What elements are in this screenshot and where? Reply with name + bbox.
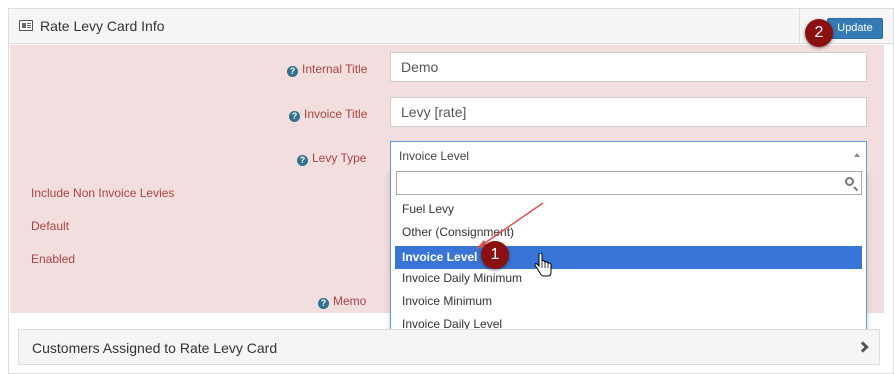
panel-header: Rate Levy Card Info Update (9, 9, 893, 44)
internal-title-input[interactable]: Demo (390, 52, 867, 82)
memo-label-text: Memo (333, 294, 367, 308)
update-button[interactable]: Update (827, 18, 883, 39)
invoice-title-label-text: Invoice Title (304, 107, 368, 121)
dropdown-search-input[interactable] (396, 171, 862, 195)
customers-assigned-panel[interactable]: Customers Assigned to Rate Levy Card (18, 329, 880, 365)
option-invoice-level[interactable]: Invoice Level (395, 246, 862, 269)
levy-type-label: ? Levy Type (297, 151, 366, 166)
invoice-title-input[interactable]: Levy [rate] (390, 97, 867, 127)
id-card-icon (19, 20, 33, 31)
question-circle-icon[interactable]: ? (318, 298, 329, 309)
memo-label: ? Memo (318, 294, 366, 309)
chevron-right-icon[interactable] (857, 341, 869, 353)
question-circle-icon[interactable]: ? (297, 155, 308, 166)
default-label: Default (31, 219, 70, 233)
search-icon (845, 177, 854, 186)
levy-type-label-text: Levy Type (312, 151, 367, 165)
step-badge-1: 1 (481, 241, 509, 269)
option-invoice-minimum[interactable]: Invoice Minimum (395, 290, 862, 313)
customers-panel-title: Customers Assigned to Rate Levy Card (32, 340, 278, 356)
caret-up-icon (854, 153, 860, 157)
panel-title: Rate Levy Card Info (40, 18, 165, 34)
invoice-title-label: ? Invoice Title (289, 107, 367, 122)
option-invoice-daily-minimum[interactable]: Invoice Daily Minimum (395, 267, 862, 290)
enabled-label: Enabled (31, 252, 76, 266)
levy-type-selected-value: Invoice Level (399, 149, 470, 163)
internal-title-label-text: Internal Title (302, 62, 368, 76)
option-fuel-levy[interactable]: Fuel Levy (395, 198, 862, 221)
step-badge-2: 2 (805, 19, 833, 47)
hand-pointer-icon (534, 253, 552, 277)
levy-type-dropdown: Fuel Levy Other (Consignment) Invoice Le… (390, 169, 867, 342)
question-circle-icon[interactable]: ? (287, 66, 298, 77)
internal-title-label: ? Internal Title (287, 62, 367, 77)
header-divider (799, 9, 800, 44)
levy-type-select[interactable]: Invoice Level (390, 141, 867, 169)
question-circle-icon[interactable]: ? (289, 111, 300, 122)
option-other-consignment[interactable]: Other (Consignment) (395, 221, 862, 244)
include-non-invoice-levies-label: Include Non Invoice Levies (31, 186, 175, 200)
